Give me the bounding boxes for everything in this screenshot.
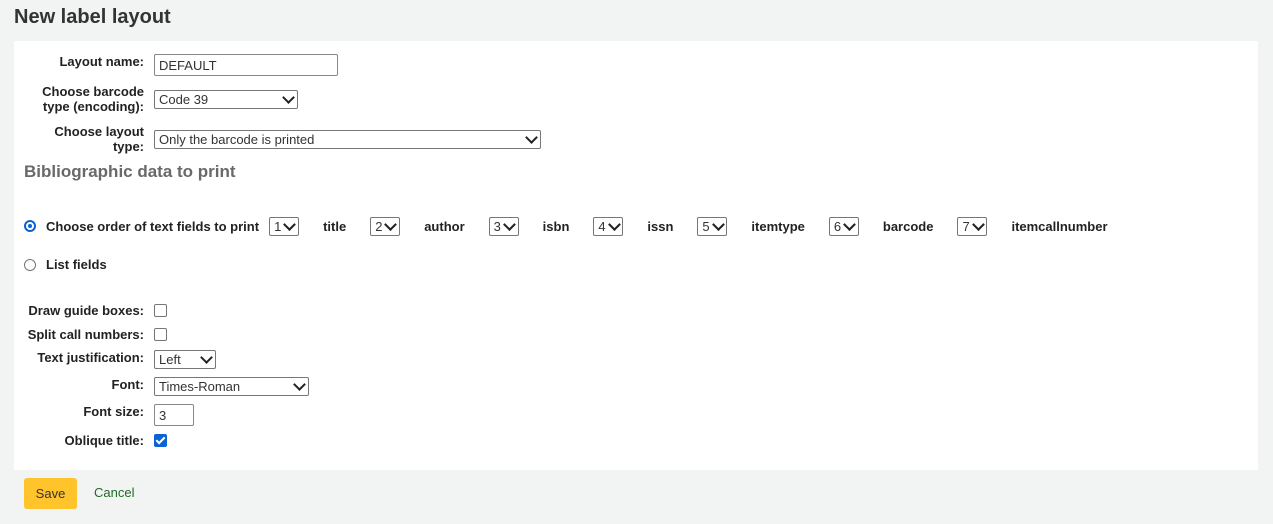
chevron-down-icon — [525, 131, 538, 144]
order-value: 2 — [375, 218, 383, 234]
order-value: 1 — [274, 218, 282, 234]
cancel-link[interactable]: Cancel — [94, 485, 134, 500]
split-call-checkbox[interactable] — [154, 328, 167, 341]
order-field-issn: issn — [647, 218, 674, 234]
order-select-barcode[interactable]: 6 — [828, 216, 859, 236]
barcode-type-value: Code 39 — [159, 92, 209, 107]
save-button[interactable]: Save — [24, 478, 77, 509]
split-call-row: Split call numbers: — [14, 327, 167, 342]
list-fields-radio[interactable] — [24, 258, 36, 271]
layout-name-row: Layout name: — [14, 54, 338, 76]
oblique-label: Oblique title: — [64, 433, 144, 448]
order-select-itemtype[interactable]: 5 — [697, 216, 728, 236]
layout-type-select[interactable]: Only the barcode is printed — [154, 130, 541, 149]
barcode-type-select[interactable]: Code 39 — [154, 90, 298, 109]
page-title: New label layout — [14, 6, 171, 28]
order-value: 3 — [493, 218, 501, 234]
font-value: Times-Roman — [159, 379, 241, 394]
order-label: Choose order of text fields to print — [46, 218, 260, 234]
chevron-down-icon — [384, 217, 398, 231]
order-select-title[interactable]: 1 — [269, 216, 300, 236]
guide-boxes-checkbox[interactable] — [154, 304, 167, 317]
order-field-itemtype: itemtype — [751, 218, 805, 234]
barcode-type-label-2: type (encoding): — [42, 99, 144, 114]
list-fields-row: List fields — [24, 257, 107, 272]
order-select-isbn[interactable]: 3 — [488, 216, 519, 236]
chevron-down-icon — [843, 217, 856, 231]
chevron-down-icon — [607, 217, 621, 231]
barcode-type-row: Choose barcode type (encoding): Code 39 — [14, 84, 298, 114]
barcode-type-label: Choose barcode type (encoding): — [14, 84, 154, 114]
justification-label: Text justification: — [37, 350, 144, 365]
oblique-row: Oblique title: — [14, 433, 167, 448]
order-field-barcode: barcode — [882, 218, 934, 234]
barcode-type-label-1: Choose barcode — [42, 84, 144, 99]
font-size-row: Font size: — [14, 404, 194, 426]
chevron-down-icon — [282, 91, 295, 104]
guide-boxes-row: Draw guide boxes: — [14, 303, 167, 318]
chevron-down-icon — [971, 217, 985, 231]
chevron-down-icon — [711, 217, 725, 231]
justification-row: Text justification: Left — [14, 350, 216, 369]
list-fields-label: List fields — [46, 257, 107, 272]
font-label: Font: — [111, 377, 144, 392]
order-select-author[interactable]: 2 — [370, 216, 401, 236]
font-select[interactable]: Times-Roman — [154, 377, 309, 396]
order-field-itemcallnumber: itemcallnumber — [1011, 218, 1108, 234]
order-value: 4 — [598, 218, 606, 234]
layout-type-row: Choose layout type: Only the barcode is … — [14, 124, 541, 154]
oblique-checkbox[interactable] — [154, 434, 167, 447]
order-select-itemcallnumber[interactable]: 7 — [957, 216, 988, 236]
justification-select[interactable]: Left — [154, 350, 216, 369]
layout-name-input[interactable] — [154, 54, 338, 76]
layout-type-label-1: Choose layout — [54, 124, 144, 139]
bib-data-heading: Bibliographic data to print — [24, 162, 236, 181]
font-row: Font: Times-Roman — [14, 377, 309, 396]
font-size-input[interactable] — [154, 404, 194, 426]
order-fields-row: Choose order of text fields to print 1 ti… — [24, 216, 1132, 236]
order-field-list: 1 title 2 author 3 isbn 4 issn 5 itemtype 6 barcode… — [269, 216, 1131, 236]
layout-type-label: Choose layout type: — [14, 124, 154, 154]
layout-type-label-2: type: — [112, 139, 144, 154]
layout-type-value: Only the barcode is printed — [159, 132, 315, 147]
order-value: 5 — [702, 218, 710, 234]
font-size-label: Font size: — [83, 404, 144, 419]
order-field-title: title — [323, 218, 347, 234]
order-field-author: author — [424, 218, 465, 234]
order-value: 7 — [962, 218, 970, 234]
chevron-down-icon — [200, 351, 213, 364]
split-call-label: Split call numbers: — [27, 327, 144, 342]
form-panel: Layout name: Choose barcode type (encodi… — [14, 41, 1258, 470]
chevron-down-icon — [293, 378, 306, 391]
chevron-down-icon — [502, 217, 516, 231]
order-radio[interactable] — [24, 220, 36, 232]
justification-value: Left — [159, 352, 181, 367]
order-value: 6 — [833, 218, 842, 234]
guide-boxes-label: Draw guide boxes: — [28, 303, 144, 318]
order-select-issn[interactable]: 4 — [593, 216, 624, 236]
layout-name-label: Layout name: — [59, 54, 144, 69]
chevron-down-icon — [283, 217, 296, 231]
order-field-isbn: isbn — [542, 218, 570, 234]
